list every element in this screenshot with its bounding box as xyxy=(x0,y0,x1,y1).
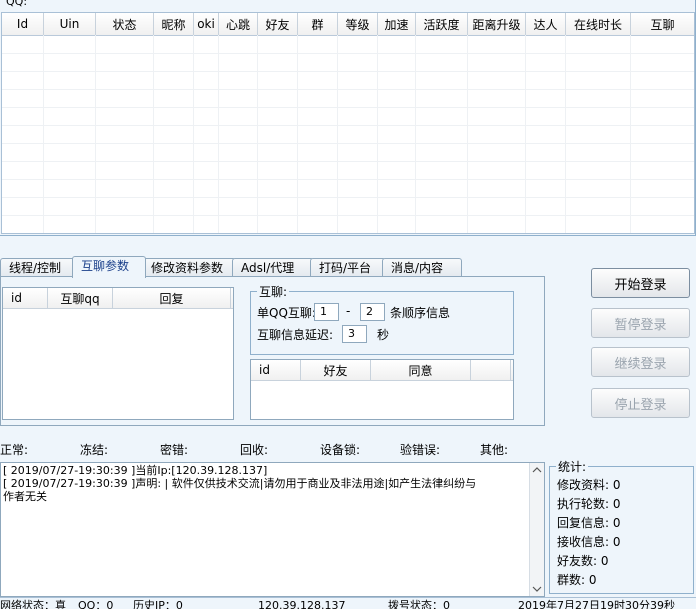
stat-rounds: 执行轮数: 0 xyxy=(557,497,621,511)
column-header[interactable]: Id xyxy=(2,13,44,35)
chat-list-header: id 互聊qq 回复 xyxy=(3,288,233,309)
grid-row-line xyxy=(2,53,694,54)
grid-column-line xyxy=(337,35,338,233)
column-header[interactable]: 在线时长 xyxy=(566,13,631,35)
order-label: 条顺序信息 xyxy=(390,306,451,320)
account-table[interactable]: Id Uin 状态 昵称 oki 心跳 好友群等级 加速 活跃度 距离升级 达人 在线时长 互聊 xyxy=(1,12,695,234)
grid-column-line xyxy=(694,35,695,234)
scroll-arrows-icon xyxy=(532,467,542,592)
grid-column-line xyxy=(218,35,219,233)
column-header[interactable]: 互聊 xyxy=(631,13,694,35)
stat-received: 接收信息: 0 xyxy=(557,535,621,549)
list-column-header[interactable]: 同意 xyxy=(371,360,471,380)
stats-title: 统计: xyxy=(558,460,587,474)
list-column-header[interactable] xyxy=(471,360,511,380)
delay-unit: 秒 xyxy=(377,328,390,342)
list-column-header[interactable]: id xyxy=(251,360,301,380)
grid-column-line xyxy=(630,35,631,233)
column-header[interactable]: 好友 xyxy=(258,13,298,35)
list-column-header[interactable]: 回复 xyxy=(113,288,231,308)
delay-label: 互聊信息延迟: xyxy=(257,328,334,342)
column-header[interactable]: Uin xyxy=(44,13,96,35)
column-header[interactable]: 加速 xyxy=(378,13,416,35)
account-table-header: Id Uin 状态 昵称 oki 心跳 好友群等级 加速 活跃度 距离升级 达人 在线时长 互聊 xyxy=(2,13,694,36)
tab-2[interactable]: 互聊参数 xyxy=(72,256,146,278)
status-frozen: 冻结: xyxy=(80,443,109,457)
friend-list[interactable]: id 好友 同意 xyxy=(250,359,514,420)
status-other: 其他: xyxy=(480,443,509,457)
status-recycled: 回收: xyxy=(240,443,269,457)
chat-list[interactable]: id 互聊qq 回复 xyxy=(2,287,234,420)
grid-row-line xyxy=(2,71,694,72)
column-header[interactable]: 活跃度 xyxy=(416,13,468,35)
delay-input[interactable]: 3 xyxy=(342,325,367,343)
qq-group-title: QQ: xyxy=(4,0,30,8)
grid-column-line xyxy=(525,35,526,233)
grid-row-line xyxy=(2,125,694,126)
single-qq-label: 单QQ互聊: xyxy=(257,306,316,320)
tab-5[interactable]: 打码/平台 xyxy=(310,258,386,278)
grid-column-line xyxy=(297,35,298,233)
range-dash: - xyxy=(346,304,351,318)
grid-row-line xyxy=(2,107,694,108)
grid-row-line xyxy=(2,197,694,198)
log-scrollbar[interactable] xyxy=(529,463,544,596)
column-header[interactable]: 达人 xyxy=(526,13,566,35)
stat-groups: 群数: 0 xyxy=(557,573,597,587)
status-bar: 网络状态：真 QQ：0 历史IP：0 120.39.128.137 拨号状态：0… xyxy=(0,597,696,609)
tab-6[interactable]: 消息/内容 xyxy=(382,258,462,278)
start-login-button[interactable]: 开始登录 xyxy=(591,268,690,298)
stat-replies: 回复信息: 0 xyxy=(557,516,621,530)
grid-row-line xyxy=(2,143,694,144)
tab-1[interactable]: 线程/控制 xyxy=(0,258,76,278)
grid-row-line xyxy=(2,89,694,90)
grid-column-line xyxy=(43,35,44,233)
list-column-header[interactable]: id xyxy=(3,288,48,308)
tab-3[interactable]: 修改资料参数 xyxy=(142,258,236,278)
chat-settings-title: 互聊: xyxy=(259,285,288,299)
grid-row-line xyxy=(2,215,694,216)
column-header[interactable]: 心跳 xyxy=(219,13,258,35)
log-line: [ 2019/07/27-19:30:39 ]当前Ip:[120.39.128.… xyxy=(3,464,268,477)
grid-row-line xyxy=(2,179,694,180)
log-line: 作者无关 xyxy=(3,490,47,503)
list-column-header[interactable]: 好友 xyxy=(301,360,371,380)
grid-column-line xyxy=(377,35,378,233)
grid-column-line xyxy=(565,35,566,233)
grid-column-line xyxy=(153,35,154,233)
resume-login-button[interactable]: 继续登录 xyxy=(591,347,690,377)
stop-login-button[interactable]: 停止登录 xyxy=(591,388,690,418)
chat-to-input[interactable]: 2 xyxy=(360,303,385,321)
tab-bar: 线程/控制 互聊参数 修改资料参数 Adsl/代理 打码/平台 消息/内容 xyxy=(0,256,462,278)
column-header[interactable]: 距离升级 xyxy=(468,13,526,35)
status-verify-error: 验错误: xyxy=(400,443,441,457)
column-header[interactable]: 等级 xyxy=(338,13,378,35)
column-header[interactable]: 群 xyxy=(298,13,338,35)
stats-list: 修改资料: 0 执行轮数: 0 回复信息: 0 接收信息: 0 好友数: 0 群… xyxy=(557,476,621,590)
stat-edit-profile: 修改资料: 0 xyxy=(557,478,621,492)
status-wrong-password: 密错: xyxy=(160,443,189,457)
grid-column-line xyxy=(415,35,416,233)
tab-4[interactable]: Adsl/代理 xyxy=(232,258,314,278)
status-device-lock: 设备锁: xyxy=(320,443,361,457)
friend-list-header: id 好友 同意 xyxy=(251,360,513,381)
pause-login-button[interactable]: 暂停登录 xyxy=(591,308,690,338)
grid-row-line xyxy=(2,233,695,234)
grid-row-line xyxy=(2,161,694,162)
column-header[interactable]: 状态 xyxy=(96,13,154,35)
grid-column-line xyxy=(193,35,194,233)
grid-column-line xyxy=(467,35,468,233)
column-header[interactable]: oki xyxy=(194,13,219,35)
grid-column-line xyxy=(257,35,258,233)
list-column-header[interactable]: 互聊qq xyxy=(48,288,113,308)
stat-friends: 好友数: 0 xyxy=(557,554,609,568)
log-textarea[interactable]: [ 2019/07/27-19:30:39 ]当前Ip:[120.39.128.… xyxy=(0,462,545,597)
chat-from-input[interactable]: 1 xyxy=(314,303,339,321)
tab-panel: id 互聊qq 回复 互聊: 单QQ互聊: 1 - 2 条顺序信息 互聊信息延迟: … xyxy=(0,276,545,426)
grid-column-line xyxy=(95,35,96,233)
column-header[interactable]: 昵称 xyxy=(154,13,194,35)
status-normal: 正常: xyxy=(0,443,29,457)
log-line: [ 2019/07/27-19:30:39 ]声明: | 软件仅供技术交流|请勿… xyxy=(3,477,477,490)
